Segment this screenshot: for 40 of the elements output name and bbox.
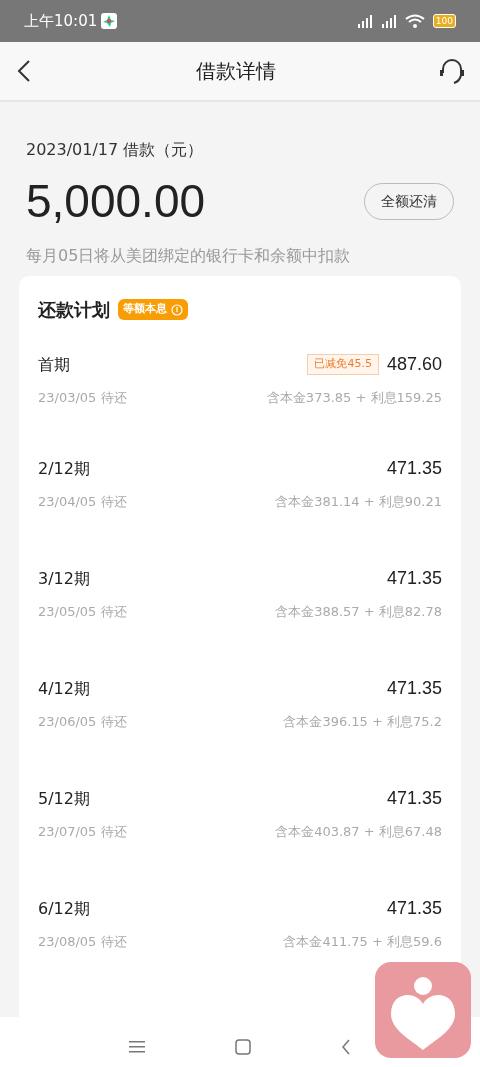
loan-amount: 5,000.00 [26,178,206,224]
due-date: 23/05/05 待还 [38,603,127,621]
installment-period: 6/12期 [38,897,90,920]
principal-interest: 含本金403.87 + 利息67.48 [275,823,442,841]
installment-amount: 487.60 [386,353,442,376]
status-time: 上午10:01 [24,10,98,32]
installment-amount: 471.35 [386,457,442,480]
due-date: 23/08/05 待还 [38,933,127,951]
discount-tag: 已减免45.5 [307,354,379,375]
home-icon[interactable] [235,1038,251,1055]
installment-amount: 471.35 [386,787,442,810]
deduction-note: 每月05日将从美团绑定的银行卡和余额中扣款 [26,245,352,267]
installment-period: 2/12期 [38,457,90,480]
principal-interest: 含本金396.15 + 利息75.2 [283,713,442,731]
installment-period: 5/12期 [38,787,90,810]
principal-interest: 含本金388.57 + 利息82.78 [275,603,442,621]
installment-period: 首期 [38,353,70,376]
plan-title: 还款计划 [38,298,110,322]
principal-interest: 含本金381.14 + 利息90.21 [275,493,442,511]
signal-icon [380,14,397,28]
headset-icon[interactable] [438,57,466,85]
app-notification-icon [101,13,118,29]
due-date: 23/06/05 待还 [38,713,127,731]
installment-period: 4/12期 [38,677,90,700]
method-badge: 等额本息 [118,299,188,320]
wifi-icon [404,14,425,28]
installment-amount: 471.35 [386,897,442,920]
principal-interest: 含本金411.75 + 利息59.6 [283,933,442,951]
installment-amount: 471.35 [386,677,442,700]
principal-interest: 含本金373.85 + 利息159.25 [266,389,442,407]
battery-indicator: 100 [432,14,456,28]
due-date: 23/07/05 待还 [38,823,127,841]
installment-period: 3/12期 [38,567,90,590]
installment-amount: 471.35 [386,567,442,590]
signal-icon [356,14,373,28]
due-date: 23/04/05 待还 [38,493,127,511]
menu-icon[interactable] [129,1039,145,1054]
loan-date-label: 2023/01/17 借款（元） [26,139,205,161]
due-date: 23/03/05 待还 [38,389,127,407]
page-title: 借款详情 [196,58,276,85]
